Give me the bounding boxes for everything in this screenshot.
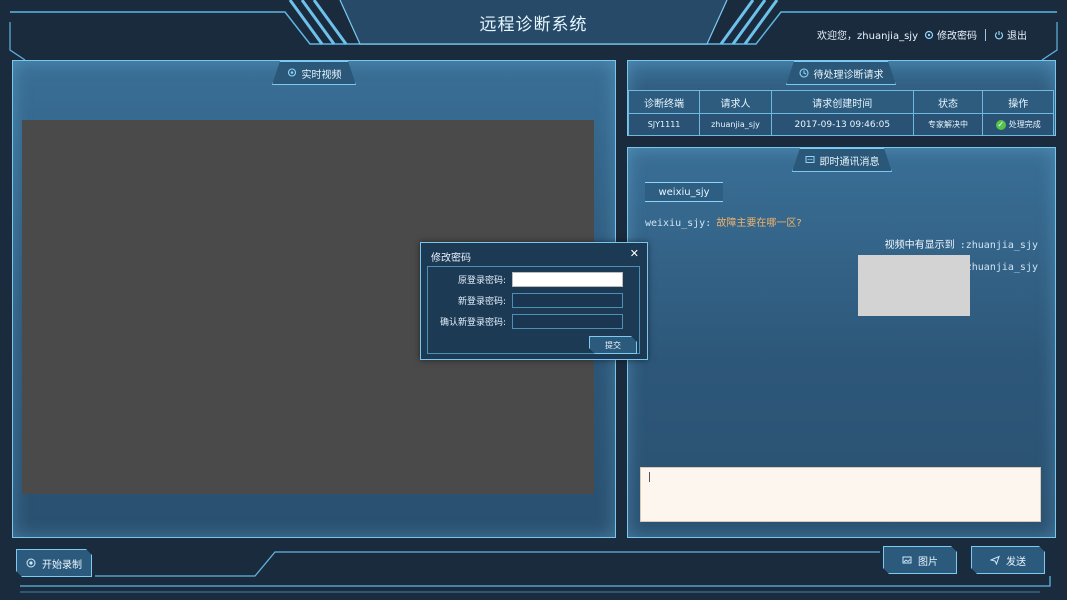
image-button-label: 图片	[918, 556, 938, 568]
dialog-title: 修改密码	[431, 253, 471, 264]
complete-label: 处理完成	[1008, 120, 1041, 129]
change-password-link[interactable]: 修改密码	[924, 27, 977, 42]
chat-panel-title: 即时通讯消息	[792, 148, 892, 172]
cell-created: 2017-09-13 09:46:05	[770, 113, 914, 136]
message-text: 故障主要在哪一区?	[716, 218, 802, 229]
col-requester: 请求人	[699, 90, 772, 114]
chat-image-thumbnail[interactable]	[858, 255, 970, 316]
text-cursor	[649, 472, 650, 482]
requests-panel-title: 待处理诊断请求	[786, 61, 896, 85]
record-icon	[26, 558, 36, 568]
clock-icon	[799, 68, 809, 78]
send-button-label: 发送	[1006, 556, 1026, 568]
send-button[interactable]: 发送	[971, 546, 1045, 574]
new-password-label: 新登录密码:	[457, 297, 506, 307]
message-icon	[805, 155, 815, 165]
table-row[interactable]: SJY1111 zhuanjia_sjy 2017-09-13 09:46:05…	[627, 113, 1054, 136]
message-sender: :zhuanjia_sjy	[959, 240, 1038, 251]
record-label: 开始录制	[42, 559, 82, 571]
col-status: 状态	[912, 90, 984, 114]
send-icon	[990, 555, 1000, 565]
user-bar: 欢迎您，zhuanjia_sjy 修改密码 退出	[817, 27, 1027, 42]
message-text: 视频中有显示到	[884, 240, 955, 251]
chat-input[interactable]	[640, 467, 1041, 522]
col-action: 操作	[982, 90, 1054, 114]
chat-user-tab[interactable]: weixiu_sjy	[645, 182, 723, 202]
change-password-label: 修改密码	[937, 31, 977, 42]
requests-title-text: 待处理诊断请求	[813, 69, 884, 81]
chat-message-right-image-sender: :zhuanjia_sjy	[960, 255, 1038, 274]
old-password-label: 原登录密码:	[457, 276, 506, 286]
cell-action[interactable]: ✓ 处理完成	[982, 113, 1054, 136]
col-created: 请求创建时间	[770, 90, 914, 114]
message-sender: :zhuanjia_sjy	[959, 262, 1038, 273]
chat-message-right: 视频中有显示到 :zhuanjia_sjy	[885, 233, 1038, 252]
check-icon: ✓	[995, 119, 1006, 130]
camera-icon	[287, 68, 297, 78]
cell-terminal: SJY1111	[627, 113, 701, 136]
cell-requester: zhuanjia_sjy	[699, 113, 772, 136]
close-icon[interactable]: ✕	[630, 247, 639, 260]
submit-button[interactable]: 提交	[589, 336, 637, 354]
logout-label: 退出	[1007, 31, 1027, 42]
requests-table: 诊断终端 请求人 请求创建时间 状态 操作 SJY1111 zhuanjia_s…	[627, 90, 1054, 136]
cell-status: 专家解决中	[912, 113, 984, 136]
confirm-password-label: 确认新登录密码:	[439, 318, 506, 328]
logout-link[interactable]: 退出	[994, 27, 1027, 42]
image-icon	[902, 555, 912, 565]
chat-message-left: weixiu_sjy: 故障主要在哪一区?	[645, 211, 802, 230]
confirm-password-row: 确认新登录密码:	[428, 313, 641, 330]
start-recording-button[interactable]: 开始录制	[16, 549, 92, 577]
video-title-text: 实时视频	[301, 69, 342, 81]
old-password-field[interactable]	[512, 272, 623, 287]
new-password-row: 新登录密码:	[428, 292, 641, 309]
welcome-text: 欢迎您，zhuanjia_sjy	[817, 31, 918, 42]
image-button[interactable]: 图片	[883, 546, 957, 574]
table-header-row: 诊断终端 请求人 请求创建时间 状态 操作	[627, 90, 1054, 114]
settings-icon	[924, 30, 934, 39]
new-password-field[interactable]	[512, 293, 623, 308]
confirm-password-field[interactable]	[512, 314, 623, 329]
power-icon	[994, 30, 1004, 39]
chat-title-text: 即时通讯消息	[819, 156, 880, 168]
col-terminal: 诊断终端	[627, 90, 701, 114]
complete-button[interactable]: ✓ 处理完成	[984, 119, 1052, 130]
change-password-dialog: 修改密码 ✕ 原登录密码: 新登录密码: 确认新登录密码: 提交	[420, 242, 648, 360]
video-panel-title: 实时视频	[272, 61, 356, 85]
message-sender: weixiu_sjy:	[645, 218, 712, 229]
old-password-row: 原登录密码:	[428, 271, 641, 288]
header-divider	[985, 28, 986, 41]
